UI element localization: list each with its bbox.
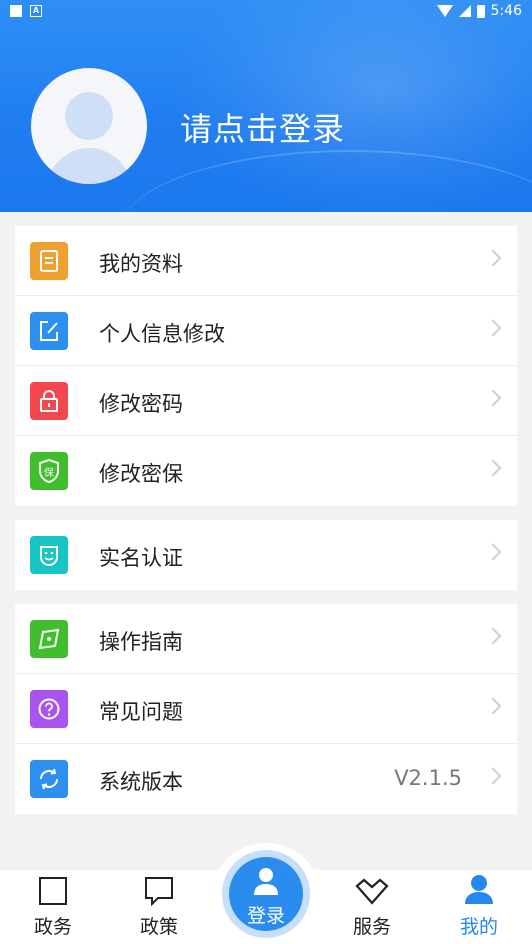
shield-badge: 保 <box>44 466 54 479</box>
avatar-head-icon <box>65 92 113 140</box>
login-prompt[interactable]: 请点击登录 <box>180 104 345 150</box>
chevron-right-icon <box>484 627 502 645</box>
menu-item-change-password[interactable]: 修改密码 <box>15 366 517 436</box>
menu-item-label: 修改密码 <box>99 392 183 416</box>
tab-government[interactable]: 政务 <box>0 870 106 944</box>
notification-icon <box>10 5 22 17</box>
menu-item-label: 个人信息修改 <box>99 322 225 346</box>
tab-label: 政务 <box>33 916 72 938</box>
menu-item-guide[interactable]: 操作指南 <box>15 604 517 674</box>
menu-item-label: 我的资料 <box>99 252 183 276</box>
menu-item-label: 系统版本 <box>99 770 183 794</box>
user-icon <box>254 868 278 895</box>
status-bar: A 5:46 <box>0 0 532 24</box>
menu-group-verification: 实名认证 <box>15 520 517 590</box>
tab-policy[interactable]: 政策 <box>106 870 212 944</box>
tab-label: 政策 <box>139 916 178 938</box>
menu-item-my-profile[interactable]: 我的资料 <box>15 226 517 296</box>
menu-item-label: 修改密保 <box>99 462 183 486</box>
chevron-right-icon <box>484 319 502 337</box>
chevron-right-icon <box>484 543 502 561</box>
chevron-right-icon <box>484 459 502 477</box>
menu-item-label: 常见问题 <box>99 700 183 724</box>
tab-label: 服务 <box>352 916 391 938</box>
menu-item-label: 操作指南 <box>99 630 183 654</box>
menu-item-label: 实名认证 <box>99 546 183 570</box>
refresh-icon <box>30 760 68 798</box>
version-value: V2.1.5 <box>394 766 462 790</box>
menu-group-account: 我的资料 个人信息修改 修改密码 保 修改密保 <box>15 226 517 506</box>
menu-item-version[interactable]: 系统版本 V2.1.5 <box>15 744 517 814</box>
compass-icon <box>30 620 68 658</box>
menu-item-real-name[interactable]: 实名认证 <box>15 520 517 590</box>
square-icon <box>39 877 67 905</box>
battery-icon <box>476 4 485 18</box>
menu-item-faq[interactable]: 常见问题 <box>15 674 517 744</box>
question-icon <box>30 690 68 728</box>
edit-icon <box>30 312 68 350</box>
chevron-right-icon <box>484 389 502 407</box>
status-time: 5:46 <box>490 3 522 19</box>
wifi-icon <box>436 5 453 17</box>
person-icon <box>465 875 493 904</box>
chevron-right-icon <box>484 767 502 785</box>
heart-icon <box>355 878 389 905</box>
profile-header: A 5:46 请点击登录 <box>0 0 532 212</box>
tab-label: 我的 <box>459 916 498 938</box>
signal-icon <box>458 5 471 17</box>
tab-login-button[interactable]: 登录 <box>222 850 310 938</box>
message-icon <box>145 877 173 906</box>
lock-icon <box>30 382 68 420</box>
menu-group-help: 操作指南 常见问题 系统版本 V2.1.5 <box>15 604 517 814</box>
face-id-icon <box>30 536 68 574</box>
profile-doc-icon <box>30 242 68 280</box>
chevron-right-icon <box>484 697 502 715</box>
menu-item-edit-info[interactable]: 个人信息修改 <box>15 296 517 366</box>
avatar[interactable] <box>31 68 147 184</box>
avatar-body-icon <box>47 148 131 184</box>
shield-icon: 保 <box>30 452 68 490</box>
tab-mine[interactable]: 我的 <box>426 870 532 944</box>
tab-service[interactable]: 服务 <box>319 870 425 944</box>
chevron-right-icon <box>484 249 502 267</box>
tab-label: 登录 <box>246 905 285 927</box>
app-notification-icon: A <box>30 5 42 17</box>
menu-item-change-security[interactable]: 保 修改密保 <box>15 436 517 506</box>
